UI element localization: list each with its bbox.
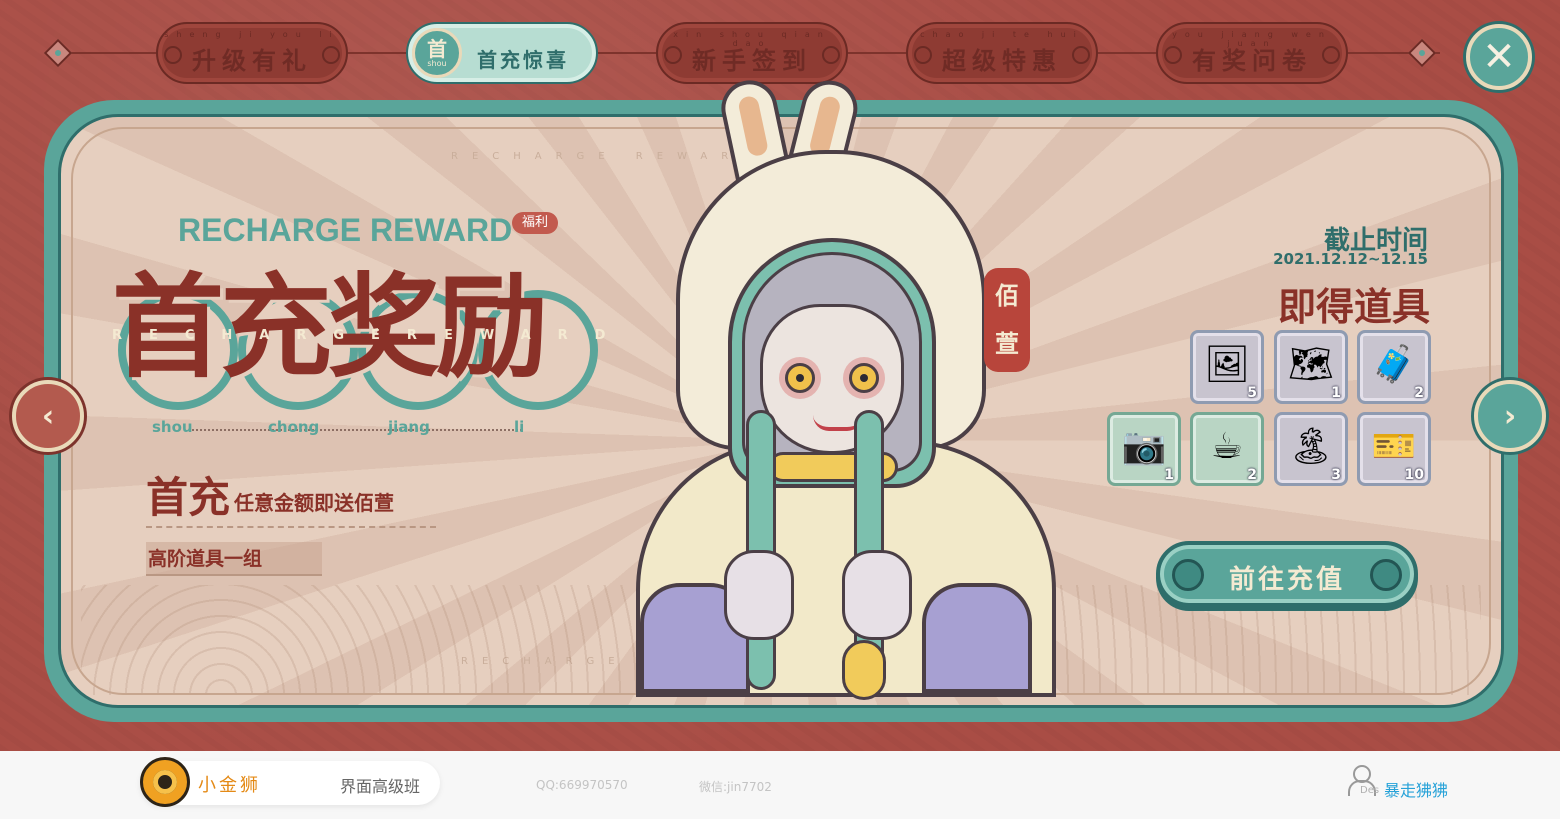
paw-charm (842, 640, 886, 700)
designer-label: Des (1360, 785, 1380, 796)
sleeve-right (922, 583, 1032, 693)
welfare-badge: 福利 (512, 212, 558, 234)
close-icon: ✕ (1482, 34, 1516, 80)
tab-label: 升级有礼 (192, 45, 312, 75)
seal-char: 萱 (995, 329, 1019, 358)
prev-arrow-button[interactable]: ‹ (12, 380, 84, 452)
tab-label: 首充惊喜 (477, 47, 569, 72)
item-count: 3 (1331, 467, 1341, 483)
game-screen: sheng ji you li 升级有礼 首 shou 首充惊喜 xin sho… (0, 0, 1560, 751)
title-overlay-text: RECHARGEREWARD (112, 328, 633, 343)
tab-pinyin: sheng ji you li (164, 30, 340, 39)
seal-char: 佰 (995, 281, 1019, 310)
tab-pinyin: chao ji te hui (920, 30, 1084, 39)
tab-pinyin: xin shou qian dao (673, 30, 831, 48)
close-button[interactable]: ✕ (1466, 24, 1532, 90)
hand-right (842, 550, 912, 640)
knot-ornament-icon (1370, 559, 1402, 591)
item-count: 1 (1331, 385, 1341, 401)
tab-label: 超级特惠 (942, 45, 1062, 75)
tab-cap-icon (914, 46, 932, 64)
character-illustration (596, 74, 1086, 700)
tab-level-up-gift[interactable]: sheng ji you li 升级有礼 (156, 22, 348, 84)
promo-subline: 高阶道具一组 (146, 542, 322, 576)
brand-name: 小金狮 (198, 775, 261, 796)
tab-first-recharge-surprise[interactable]: 首 shou 首充惊喜 (406, 22, 598, 84)
photos-icon: 🖼 (1204, 344, 1250, 385)
promo-description: 任意金额即送佰萱 (234, 491, 395, 515)
reward-item[interactable]: 🎫 10 (1357, 412, 1431, 486)
course-name: 界面高级班 (340, 777, 421, 796)
tab-bar-left-ornament-icon (43, 38, 73, 68)
footer-bar: 小金狮 界面高级班 QQ:669970570 微信:jin7702 Des 暴走… (0, 751, 1560, 819)
chevron-right-icon: › (1503, 398, 1517, 434)
ticket-icon: 🎫 (1371, 426, 1417, 467)
tab-bar: sheng ji you li 升级有礼 首 shou 首充惊喜 xin sho… (40, 18, 1440, 88)
tab-pinyin: you jiang wen juan (1172, 30, 1332, 48)
hand-left (724, 550, 794, 640)
coffee-icon: ☕ (1210, 426, 1244, 467)
title-pinyin-row: shou chong jiang li (152, 418, 532, 440)
reward-item[interactable]: 🧳 2 (1357, 330, 1431, 404)
reward-item[interactable]: 🗺 1 (1274, 330, 1348, 404)
reward-item[interactable]: 🏝 3 (1274, 412, 1348, 486)
title-pinyin: jiang (388, 418, 430, 436)
tab-badge-char: 首 (427, 36, 447, 61)
eye-left (785, 363, 815, 393)
reward-item[interactable]: 🖼 5 (1190, 330, 1264, 404)
camera-icon: 📷 (1121, 426, 1167, 467)
english-title: RECHARGE REWARD (178, 212, 513, 248)
tab-newbie-checkin[interactable]: xin shou qian dao 新手签到 (656, 22, 848, 84)
character-name-seal: 佰 萱 (984, 268, 1030, 372)
item-count: 2 (1414, 385, 1424, 401)
title-pinyin: shou (152, 418, 193, 436)
tab-bar-right-ornament-icon (1407, 38, 1437, 68)
tab-cap-icon (822, 46, 840, 64)
author-name: 暴走狒狒 (1384, 781, 1449, 800)
pinyin-dotted-line (192, 429, 522, 431)
wechat-contact: 微信:jin7702 (699, 780, 772, 794)
tab-cap-icon (322, 46, 340, 64)
tab-cap-icon (1322, 46, 1340, 64)
suitcase-icon: 🧳 (1371, 344, 1417, 385)
tab-super-deal[interactable]: chao ji te hui 超级特惠 (906, 22, 1098, 84)
item-count: 10 (1404, 467, 1424, 483)
title-pinyin: chong (268, 418, 320, 436)
lion-logo-icon (140, 757, 190, 807)
promo-headline: 首充 (146, 473, 231, 522)
brand-pill: 小金狮 界面高级班 (140, 757, 440, 807)
items-title: 即得道具 (1277, 285, 1430, 329)
tab-prize-survey[interactable]: you jiang wen juan 有奖问卷 (1156, 22, 1348, 84)
tab-cap-icon (1072, 46, 1090, 64)
tab-active-badge: 首 shou (412, 28, 462, 78)
qq-contact: QQ:669970570 (536, 778, 628, 792)
tab-badge-pinyin: shou (427, 58, 447, 68)
tab-cap-icon (164, 46, 182, 64)
tab-cap-icon (664, 46, 682, 64)
promo-line: 首充 任意金额即送佰萱 (146, 474, 436, 528)
title-pinyin: li (514, 418, 525, 436)
reward-item[interactable]: ☕ 2 (1190, 412, 1264, 486)
reward-item[interactable]: 📷 1 (1107, 412, 1181, 486)
chevron-left-icon: ‹ (41, 398, 55, 434)
postcard-icon: 🏝 (1288, 426, 1334, 467)
item-count: 2 (1247, 467, 1257, 483)
go-recharge-button[interactable]: 前往充值 (1156, 541, 1418, 607)
item-count: 5 (1247, 385, 1257, 401)
eye-right (849, 363, 879, 393)
item-count: 1 (1164, 467, 1174, 483)
map-icon: 🗺 (1288, 344, 1334, 385)
tab-cap-icon (1164, 46, 1182, 64)
deadline-date: 2021.12.12~12.15 (1273, 250, 1428, 268)
next-arrow-button[interactable]: › (1474, 380, 1546, 452)
